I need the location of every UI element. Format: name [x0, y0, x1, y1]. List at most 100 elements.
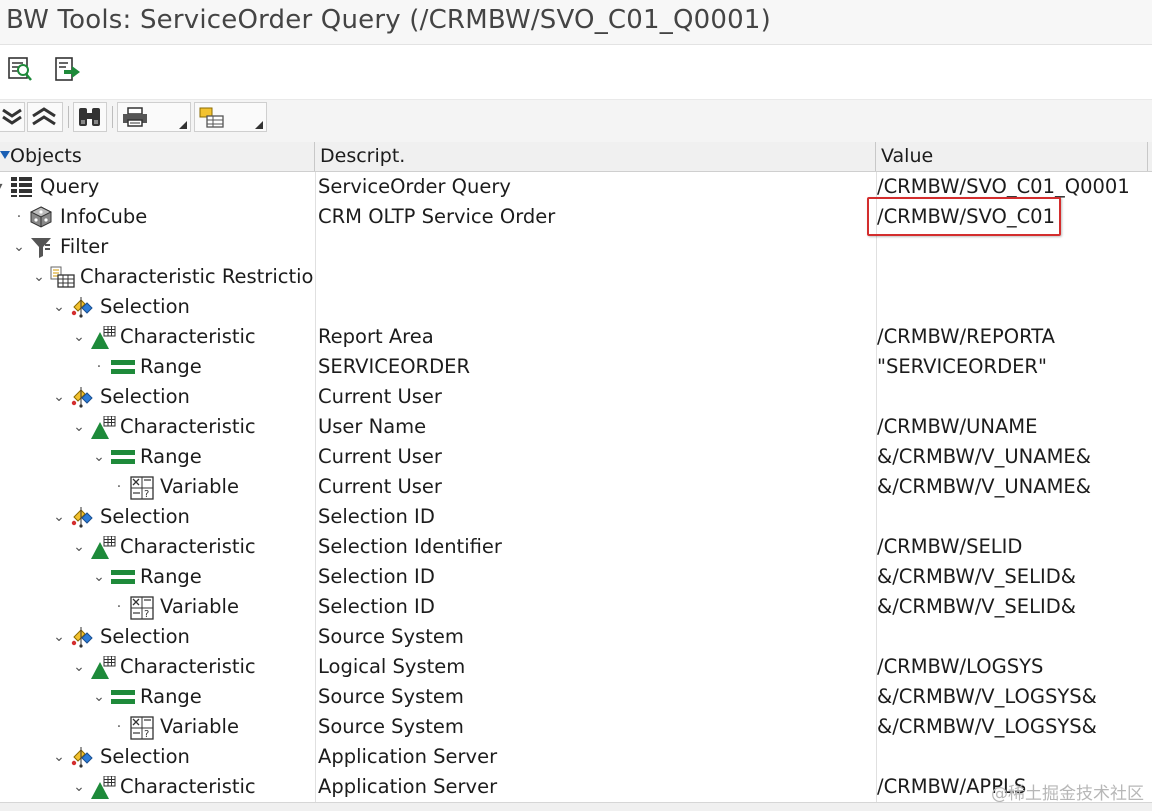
expand-toggle-icon[interactable]: ⌄ — [73, 772, 85, 802]
range-icon — [110, 566, 135, 588]
value-cell: &/CRMBW/V_LOGSYS& — [877, 685, 1097, 708]
tree-row[interactable]: · InfoCube CRM OLTP Service Order/CRMBW/SV… — [0, 202, 1152, 232]
expand-toggle-icon[interactable]: ⌄ — [53, 292, 65, 322]
expand-toggle-icon[interactable]: ⌄ — [53, 742, 65, 772]
tree-row[interactable]: ·? Variable Selection ID &/CRMBW/V_SELID& — [0, 592, 1152, 622]
tree-row[interactable]: ⌄ Characteristic Selection Identifier/CRMB… — [0, 532, 1152, 562]
objects-cell: ·? Variable — [0, 472, 314, 502]
chevron-down-icon — [179, 121, 187, 129]
application-toolbar — [0, 45, 1152, 100]
description-cell: Application Server — [318, 745, 498, 768]
objects-cell: ⌄ Range — [0, 442, 314, 472]
objects-cell: ·? Variable — [0, 712, 314, 742]
expand-toggle-icon[interactable]: ⌄ — [93, 442, 105, 472]
tree-row[interactable]: ▾ Query ServiceOrder Query/CRMBW/SVO_C01_Q… — [0, 172, 1152, 202]
characteristic-icon — [90, 416, 116, 439]
expand-toggle-icon[interactable]: ⌄ — [73, 652, 85, 682]
characteristic-icon — [90, 326, 116, 349]
object-label: Characteristic — [120, 535, 256, 558]
expand-toggle-icon[interactable]: ⌄ — [93, 562, 105, 592]
tree-row[interactable]: ⌄ Range Selection ID &/CRMBW/V_SELID& — [0, 562, 1152, 592]
value-cell: /CRMBW/SVO_C01 — [877, 205, 1055, 228]
expand-toggle-icon[interactable]: ⌄ — [53, 382, 65, 412]
tree-row[interactable]: ⌄ Characteristic User Name/CRMBW/UNAME — [0, 412, 1152, 442]
tree-grid: ▾ Query ServiceOrder Query/CRMBW/SVO_C01_Q… — [0, 172, 1152, 802]
tree-row[interactable]: ·? Variable Current User &/CRMBW/V_UNAME& — [0, 472, 1152, 502]
selection-icon — [70, 506, 93, 528]
expand-toggle-icon[interactable]: ⌄ — [53, 502, 65, 532]
value-cell — [877, 622, 1147, 652]
layout-icon[interactable] — [194, 102, 267, 132]
find-icon[interactable] — [73, 102, 107, 132]
tree-row[interactable]: ⌄ Selection Current User — [0, 382, 1152, 412]
description-cell: CRM OLTP Service Order — [318, 205, 556, 228]
tree-row[interactable]: ⌄ Selection Source System — [0, 622, 1152, 652]
tree-toolbar — [0, 100, 1152, 143]
print-icon[interactable] — [117, 102, 191, 132]
column-header-description[interactable]: Descript. — [315, 142, 876, 171]
expand-toggle-icon[interactable]: ▾ — [0, 172, 5, 202]
svg-text:?: ? — [144, 729, 149, 740]
expand-toggle-icon[interactable]: ⌄ — [73, 532, 85, 562]
restrictions-icon — [50, 266, 75, 288]
description-cell — [318, 292, 873, 322]
objects-cell: ⌄ Characteristic — [0, 322, 314, 352]
objects-cell: ⌄ Selection — [0, 292, 314, 322]
description-cell: Selection ID — [318, 505, 435, 528]
expand-toggle-icon[interactable]: ⌄ — [53, 622, 65, 652]
tree-row[interactable]: ⌄ Range Current User &/CRMBW/V_UNAME& — [0, 442, 1152, 472]
objects-cell: · Range — [0, 352, 314, 382]
infocube-icon — [30, 206, 52, 228]
tree-row[interactable]: ·? Variable Source System &/CRMBW/V_LOGSYS& — [0, 712, 1152, 742]
column-header-label: Objects — [10, 145, 82, 167]
object-label: Range — [140, 685, 202, 708]
expand-toggle-icon[interactable]: ⌄ — [13, 232, 25, 262]
expand-all-icon[interactable] — [0, 102, 25, 132]
column-header-objects[interactable]: Objects — [0, 142, 315, 171]
description-cell — [318, 262, 873, 292]
description-cell: Current User — [318, 475, 442, 498]
tree-row[interactable]: ⌄ Selection Selection ID — [0, 502, 1152, 532]
window-title: BW Tools: ServiceOrder Query (/CRMBW/SVO… — [6, 5, 771, 35]
value-cell — [877, 262, 1147, 292]
sort-indicator-icon — [0, 151, 10, 159]
collapse-all-icon[interactable] — [27, 102, 63, 132]
value-cell — [877, 502, 1147, 532]
selection-icon — [70, 296, 93, 318]
description-cell: User Name — [318, 415, 427, 438]
variable-icon: ? — [130, 716, 154, 740]
object-label: Range — [140, 355, 202, 378]
description-cell: Report Area — [318, 325, 434, 348]
expand-toggle-icon[interactable]: ⌄ — [73, 322, 85, 352]
value-cell: "SERVICEORDER" — [877, 355, 1047, 378]
leaf-dot-icon: · — [116, 479, 122, 495]
tree-row[interactable]: ⌄ Selection Application Server — [0, 742, 1152, 772]
expand-toggle-icon[interactable]: ⌄ — [73, 412, 85, 442]
object-label: Selection — [100, 745, 190, 768]
search-list-icon[interactable] — [6, 55, 36, 85]
watermark: @稀土掘金技术社区 — [991, 784, 1144, 804]
object-label: Selection — [100, 385, 190, 408]
range-icon — [110, 356, 135, 378]
tree-row[interactable]: ⌄ Range Source System &/CRMBW/V_LOGSYS& — [0, 682, 1152, 712]
export-icon[interactable] — [53, 55, 83, 85]
description-cell: Source System — [318, 625, 464, 648]
objects-cell: ⌄ Characteristic Restrictions — [0, 262, 314, 292]
tree-row[interactable]: ⌄ Characteristic Restrictions — [0, 262, 1152, 292]
tree-row[interactable]: ⌄ Characteristic Application Server/CRMBW/… — [0, 772, 1152, 802]
object-label: Variable — [160, 715, 239, 738]
variable-icon: ? — [130, 596, 154, 620]
tree-row[interactable]: ⌄ Characteristic Report Area/CRMBW/REPORTA — [0, 322, 1152, 352]
variable-icon: ? — [130, 476, 154, 500]
expand-toggle-icon[interactable]: ⌄ — [33, 262, 45, 292]
tree-row[interactable]: ⌄ Characteristic Logical System/CRMBW/LOGS… — [0, 652, 1152, 682]
description-cell: Source System — [318, 715, 464, 738]
objects-cell: ⌄ Characteristic — [0, 412, 314, 442]
tree-row[interactable]: ⌄ Selection — [0, 292, 1152, 322]
tree-row[interactable]: ⌄ Filter — [0, 232, 1152, 262]
leaf-dot-icon: · — [116, 719, 122, 735]
tree-row[interactable]: · Range SERVICEORDER "SERVICEORDER" — [0, 352, 1152, 382]
chevron-down-icon — [255, 121, 263, 129]
expand-toggle-icon[interactable]: ⌄ — [93, 682, 105, 712]
column-header-value[interactable]: Value — [876, 142, 1148, 171]
